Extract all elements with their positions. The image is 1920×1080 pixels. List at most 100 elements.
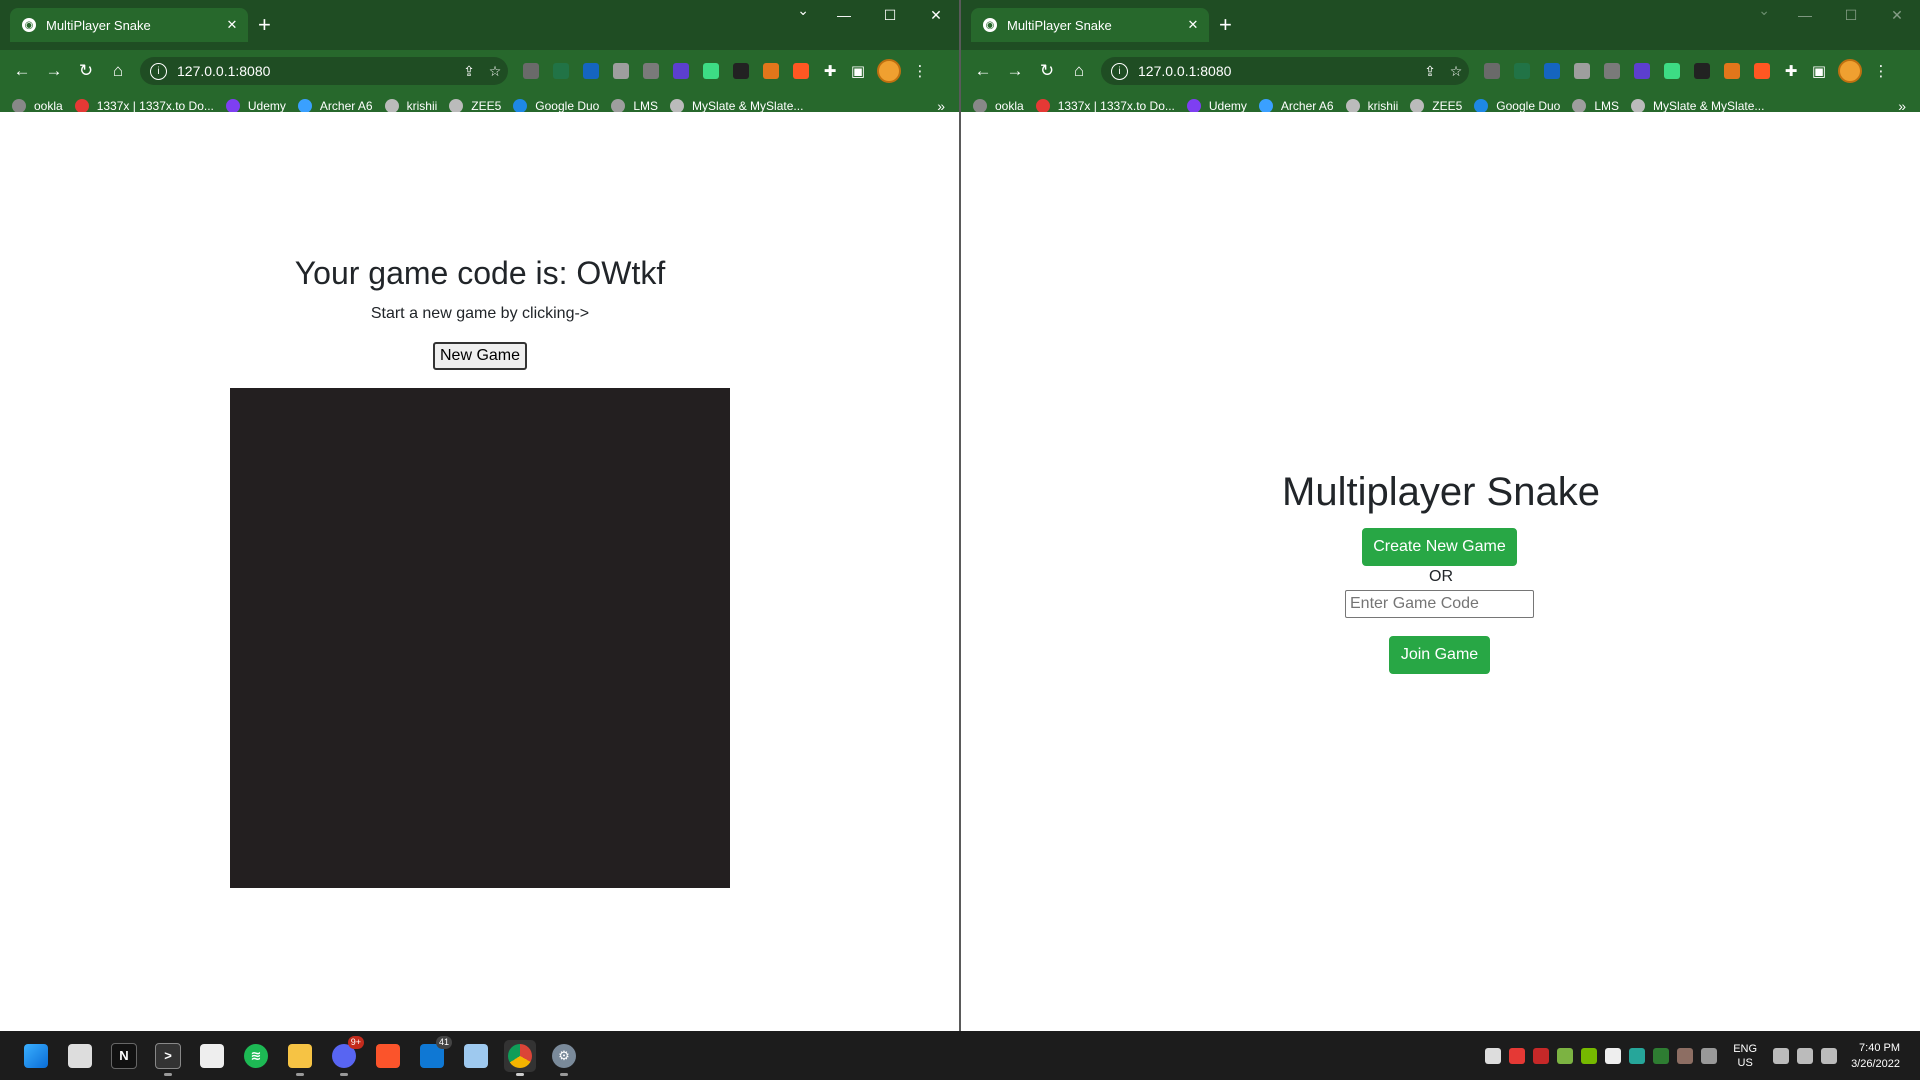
extension-icon[interactable] — [613, 63, 629, 79]
extension-icon[interactable] — [1664, 63, 1680, 79]
close-window-button[interactable]: ✕ — [1874, 0, 1920, 30]
tab-search-icon[interactable]: ⌄ — [1758, 2, 1770, 19]
side-panel-icon[interactable]: ▣ — [847, 62, 869, 80]
maximize-button[interactable]: ☐ — [867, 0, 913, 30]
tray-app-icon[interactable] — [1653, 1047, 1670, 1064]
extension-icon[interactable] — [1694, 63, 1710, 79]
tab-search-icon[interactable]: ⌄ — [797, 2, 809, 19]
bookmark-item[interactable]: ZEE5 — [449, 99, 501, 113]
extension-icon[interactable] — [1574, 63, 1590, 79]
network-icon[interactable] — [1773, 1047, 1790, 1064]
bookmark-item[interactable]: krishii — [384, 99, 437, 113]
start-button[interactable] — [20, 1040, 52, 1072]
language-indicator[interactable]: ENG US — [1733, 1042, 1757, 1070]
bookmark-item[interactable]: ookla — [973, 99, 1024, 113]
tray-app-icon[interactable] — [1557, 1047, 1574, 1064]
bookmark-item[interactable]: 1337x | 1337x.to Do... — [74, 99, 214, 113]
bookmark-item[interactable]: ZEE5 — [1410, 99, 1462, 113]
extension-icon[interactable] — [673, 63, 689, 79]
minimize-button[interactable]: — — [821, 0, 867, 30]
bookmark-item[interactable]: Archer A6 — [297, 99, 373, 113]
home-icon[interactable]: ⌂ — [102, 55, 134, 87]
new-tab-button[interactable]: + — [1219, 12, 1232, 38]
address-bar[interactable]: i 127.0.0.1:8080 ⇪ ☆ — [1101, 57, 1469, 85]
forward-icon[interactable]: → — [38, 55, 70, 87]
bookmark-item[interactable]: ookla — [12, 99, 63, 113]
bookmark-item[interactable]: MySlate & MySlate... — [1631, 99, 1764, 113]
share-icon[interactable]: ⇪ — [456, 63, 482, 80]
minimize-button[interactable]: — — [1782, 0, 1828, 30]
discord-app[interactable]: 9+ — [328, 1035, 364, 1076]
browser-tab[interactable]: ◉ MultiPlayer Snake ✕ — [971, 8, 1209, 42]
maximize-button[interactable]: ☐ — [1828, 0, 1874, 30]
bookmark-item[interactable]: Archer A6 — [1258, 99, 1334, 113]
extension-icon[interactable] — [733, 63, 749, 79]
close-tab-icon[interactable]: ✕ — [222, 17, 242, 33]
spotify-app[interactable]: ≋ — [240, 1040, 272, 1072]
home-icon[interactable]: ⌂ — [1063, 55, 1095, 87]
photos-app[interactable] — [460, 1040, 492, 1072]
profile-avatar[interactable] — [877, 59, 901, 83]
brave-app[interactable] — [372, 1040, 404, 1072]
extension-icon[interactable] — [583, 63, 599, 79]
back-icon[interactable]: ← — [967, 55, 999, 87]
keyboard-icon[interactable] — [1701, 1047, 1718, 1064]
reload-icon[interactable]: ↻ — [70, 55, 102, 87]
nvidia-icon[interactable] — [1581, 1047, 1598, 1064]
bookmark-item[interactable]: Udemy — [225, 99, 286, 113]
new-game-button[interactable]: New Game — [433, 342, 527, 370]
chrome-app[interactable] — [504, 1039, 536, 1076]
store-app[interactable] — [196, 1040, 228, 1072]
extension-icon[interactable] — [763, 63, 779, 79]
bookmark-item[interactable]: LMS — [611, 99, 658, 113]
url-text[interactable]: 127.0.0.1:8080 — [177, 63, 456, 79]
star-icon[interactable]: ☆ — [482, 63, 508, 80]
bookmark-item[interactable]: Google Duo — [1474, 99, 1560, 113]
url-text[interactable]: 127.0.0.1:8080 — [1138, 63, 1417, 79]
new-tab-button[interactable]: + — [258, 12, 271, 38]
info-icon[interactable]: i — [1111, 62, 1128, 80]
tray-app-icon[interactable] — [1677, 1047, 1694, 1064]
mail-app[interactable]: 41 — [416, 1035, 452, 1072]
info-icon[interactable]: i — [150, 62, 167, 80]
game-code-input[interactable] — [1345, 590, 1534, 618]
task-view-button[interactable] — [64, 1040, 96, 1072]
tray-app-icon[interactable] — [1485, 1047, 1502, 1064]
address-bar[interactable]: i 127.0.0.1:8080 ⇪ ☆ — [140, 57, 508, 85]
extension-icon[interactable] — [1544, 63, 1560, 79]
extension-icon[interactable] — [1724, 63, 1740, 79]
bookmark-item[interactable]: Udemy — [1186, 99, 1247, 113]
extension-icon[interactable] — [523, 63, 539, 79]
bookmark-item[interactable]: MySlate & MySlate... — [670, 99, 803, 113]
bookmark-item[interactable]: LMS — [1572, 99, 1619, 113]
tray-app-icon[interactable] — [1605, 1047, 1622, 1064]
clock[interactable]: 7:40 PM 3/26/2022 — [1851, 1040, 1900, 1072]
tray-app-icon[interactable] — [1629, 1047, 1646, 1064]
bookmark-item[interactable]: Google Duo — [513, 99, 599, 113]
terminal-app[interactable]: > — [152, 1040, 184, 1076]
extension-icon[interactable] — [1484, 63, 1500, 79]
reload-icon[interactable]: ↻ — [1031, 55, 1063, 87]
bookmark-item[interactable]: krishii — [1345, 99, 1398, 113]
join-game-button[interactable]: Join Game — [1389, 636, 1490, 674]
extension-icon[interactable] — [703, 63, 719, 79]
browser-tab[interactable]: ◉ MultiPlayer Snake ✕ — [10, 8, 248, 42]
profile-avatar[interactable] — [1838, 59, 1862, 83]
puzzle-icon[interactable]: ✚ — [819, 62, 841, 80]
puzzle-icon[interactable]: ✚ — [1780, 62, 1802, 80]
bookmark-item[interactable]: 1337x | 1337x.to Do... — [1035, 99, 1175, 113]
tray-app-icon[interactable] — [1533, 1047, 1550, 1064]
back-icon[interactable]: ← — [6, 55, 38, 87]
close-tab-icon[interactable]: ✕ — [1183, 17, 1203, 33]
menu-icon[interactable]: ⋮ — [909, 62, 931, 80]
extension-icon[interactable] — [1754, 63, 1770, 79]
share-icon[interactable]: ⇪ — [1417, 63, 1443, 80]
extension-icon[interactable] — [793, 63, 809, 79]
settings-app[interactable]: ⚙ — [548, 1040, 580, 1076]
menu-icon[interactable]: ⋮ — [1870, 62, 1892, 80]
extension-icon[interactable] — [1634, 63, 1650, 79]
extension-icon[interactable] — [1514, 63, 1530, 79]
extension-icon[interactable] — [553, 63, 569, 79]
file-explorer-app[interactable] — [284, 1040, 316, 1076]
extension-icon[interactable] — [643, 63, 659, 79]
